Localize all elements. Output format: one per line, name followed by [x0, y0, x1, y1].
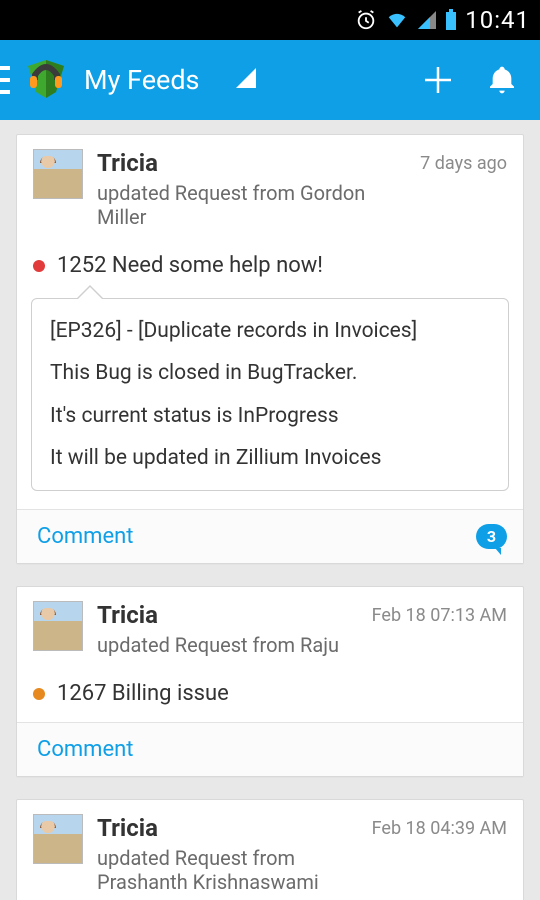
feed-card[interactable]: Tricia updated Request from Gordon Mille… [16, 134, 524, 564]
activity-subtitle: updated Request from Prashanth Krishnasw… [97, 846, 358, 894]
android-status-bar: 10:41 [0, 0, 540, 40]
body-line: [EP326] - [Duplicate records in Invoices… [50, 317, 490, 345]
battery-icon [445, 9, 457, 31]
status-dot-icon [33, 260, 45, 272]
cell-signal-icon [417, 10, 437, 30]
clock-text: 10:41 [465, 6, 530, 34]
author-name: Tricia [97, 601, 358, 629]
activity-subtitle: updated Request from Gordon Miller [97, 181, 406, 229]
ticket-subject: 1252 Need some help now! [57, 253, 323, 278]
avatar[interactable] [33, 814, 83, 864]
add-button[interactable] [406, 40, 470, 120]
menu-drawer-edge[interactable] [0, 40, 14, 120]
page-title[interactable]: My Feeds [84, 64, 200, 96]
body-line: This Bug is closed in BugTracker. [50, 359, 490, 387]
author-name: Tricia [97, 814, 358, 842]
comment-count-badge[interactable]: 3 [476, 524, 507, 549]
body-line: It's current status is InProgress [50, 402, 490, 430]
timestamp: 7 days ago [420, 153, 507, 174]
timestamp: Feb 18 04:39 AM [372, 818, 507, 839]
alarm-icon [355, 9, 377, 31]
dropdown-indicator-icon[interactable] [236, 68, 256, 92]
ticket-subject: 1267 Billing issue [57, 681, 229, 706]
status-dot-icon [33, 688, 45, 700]
update-body: [EP326] - [Duplicate records in Invoices… [31, 298, 509, 491]
avatar[interactable] [33, 601, 83, 651]
app-logo-icon[interactable] [18, 52, 74, 108]
feed-list: Tricia updated Request from Gordon Mille… [0, 120, 540, 900]
body-line: It will be updated in Zillium Invoices [50, 444, 490, 472]
wifi-icon [385, 9, 409, 31]
notifications-button[interactable] [470, 40, 534, 120]
feed-card[interactable]: Tricia updated Request from Prashanth Kr… [16, 799, 524, 900]
activity-subtitle: updated Request from Raju [97, 633, 358, 657]
comment-button[interactable]: Comment [37, 737, 133, 762]
comment-button[interactable]: Comment [37, 524, 133, 549]
author-name: Tricia [97, 149, 406, 177]
feed-card[interactable]: Tricia updated Request from Raju Feb 18 … [16, 586, 524, 777]
app-bar: My Feeds [0, 40, 540, 120]
timestamp: Feb 18 07:13 AM [372, 605, 507, 626]
avatar[interactable] [33, 149, 83, 199]
